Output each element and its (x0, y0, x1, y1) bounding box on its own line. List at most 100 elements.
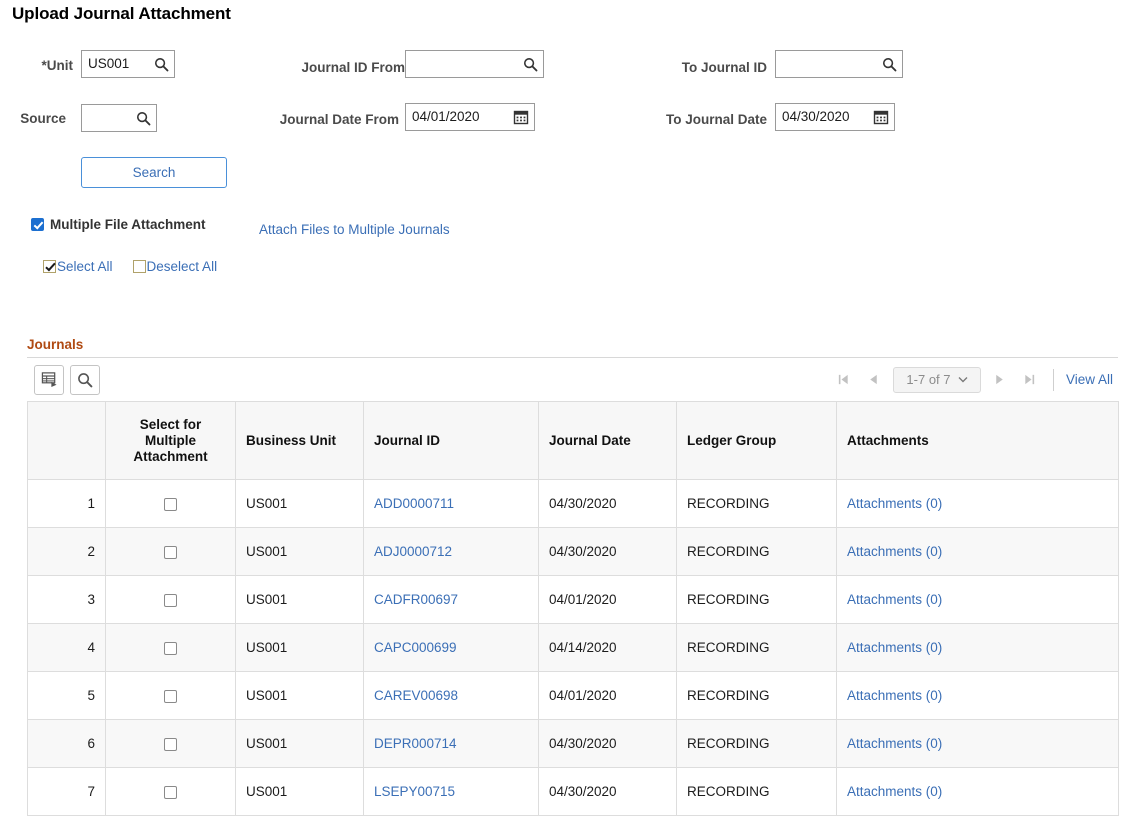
journal-id-link[interactable]: ADD0000711 (374, 496, 454, 511)
cell-journal-date: 04/30/2020 (539, 480, 677, 528)
pager-divider (1053, 369, 1054, 391)
cell-business-unit: US001 (236, 624, 364, 672)
journals-table: Select for Multiple Attachment Business … (27, 401, 1119, 816)
row-number: 7 (28, 768, 106, 816)
cell-attachments: Attachments (0) (837, 720, 1119, 768)
journal-id-from-label: Journal ID From (213, 60, 405, 75)
journal-id-link[interactable]: LSEPY00715 (374, 784, 455, 799)
page-range-label: 1-7 of 7 (906, 372, 950, 387)
view-all-link[interactable]: View All (1066, 372, 1116, 387)
to-journal-id-label: To Journal ID (575, 60, 767, 75)
table-row: 2 US001 ADJ0000712 04/30/2020 RECORDING … (28, 528, 1119, 576)
attachments-link[interactable]: Attachments (0) (847, 640, 942, 655)
column-header-select-for-multiple-attachment: Select for Multiple Attachment (106, 402, 236, 480)
deselect-all-link[interactable]: Deselect All (133, 259, 218, 274)
row-select-checkbox[interactable] (164, 738, 177, 751)
journal-id-link[interactable]: CADFR00697 (374, 592, 458, 607)
multiple-file-attachment-option[interactable]: Multiple File Attachment (31, 217, 206, 232)
table-row: 1 US001 ADD0000711 04/30/2020 RECORDING … (28, 480, 1119, 528)
journal-date-from-value: 04/01/2020 (412, 104, 510, 130)
row-select-checkbox[interactable] (164, 642, 177, 655)
previous-page-icon[interactable] (859, 367, 889, 393)
first-page-icon[interactable] (829, 367, 859, 393)
next-page-icon[interactable] (985, 367, 1015, 393)
attachments-link[interactable]: Attachments (0) (847, 736, 942, 751)
attach-files-to-multiple-journals-link[interactable]: Attach Files to Multiple Journals (259, 222, 450, 237)
row-select-cell (106, 768, 236, 816)
select-all-link[interactable]: Select All (43, 259, 113, 274)
row-select-checkbox[interactable] (164, 498, 177, 511)
cell-journal-id: ADD0000711 (364, 480, 539, 528)
row-select-cell (106, 528, 236, 576)
source-field[interactable] (81, 104, 157, 132)
cell-ledger-group: RECORDING (677, 672, 837, 720)
column-header-journal-id: Journal ID (364, 402, 539, 480)
cell-journal-id: DEPR000714 (364, 720, 539, 768)
attachments-link[interactable]: Attachments (0) (847, 784, 942, 799)
cell-business-unit: US001 (236, 576, 364, 624)
journals-grid: 1-7 of 7 View All (27, 357, 1118, 816)
journal-id-link[interactable]: CAPC000699 (374, 640, 457, 655)
search-icon[interactable] (880, 55, 898, 73)
row-number: 2 (28, 528, 106, 576)
attachments-link[interactable]: Attachments (0) (847, 496, 942, 511)
search-icon[interactable] (521, 55, 539, 73)
cell-business-unit: US001 (236, 768, 364, 816)
column-header-rownum (28, 402, 106, 480)
search-icon[interactable] (152, 55, 170, 73)
chevron-down-icon (958, 376, 968, 383)
row-select-checkbox[interactable] (164, 786, 177, 799)
cell-journal-id: ADJ0000712 (364, 528, 539, 576)
row-number: 6 (28, 720, 106, 768)
search-button[interactable]: Search (81, 157, 227, 188)
to-journal-date-field[interactable]: 04/30/2020 (775, 103, 895, 131)
cell-journal-date: 04/14/2020 (539, 624, 677, 672)
cell-ledger-group: RECORDING (677, 768, 837, 816)
row-select-cell (106, 624, 236, 672)
select-controls: Select All Deselect All (43, 259, 217, 274)
cell-attachments: Attachments (0) (837, 624, 1119, 672)
unit-field[interactable]: US001 (81, 50, 175, 78)
journal-id-link[interactable]: ADJ0000712 (374, 544, 452, 559)
cell-attachments: Attachments (0) (837, 528, 1119, 576)
journal-id-link[interactable]: DEPR000714 (374, 736, 457, 751)
unit-label: *Unit (0, 58, 73, 73)
row-number: 4 (28, 624, 106, 672)
journal-id-from-field[interactable] (405, 50, 544, 78)
page-range-selector[interactable]: 1-7 of 7 (893, 367, 981, 393)
cell-business-unit: US001 (236, 528, 364, 576)
attachments-link[interactable]: Attachments (0) (847, 544, 942, 559)
journal-date-from-field[interactable]: 04/01/2020 (405, 103, 535, 131)
deselect-all-icon (133, 260, 146, 273)
table-row: 5 US001 CAREV00698 04/01/2020 RECORDING … (28, 672, 1119, 720)
cell-ledger-group: RECORDING (677, 576, 837, 624)
row-select-checkbox[interactable] (164, 546, 177, 559)
grid-find-icon[interactable] (70, 365, 100, 395)
unit-value: US001 (88, 51, 150, 77)
table-row: 6 US001 DEPR000714 04/30/2020 RECORDING … (28, 720, 1119, 768)
calendar-icon[interactable] (512, 108, 530, 126)
grid-pagination: 1-7 of 7 View All (829, 367, 1116, 393)
attachments-link[interactable]: Attachments (0) (847, 592, 942, 607)
calendar-icon[interactable] (872, 108, 890, 126)
cell-journal-id: CADFR00697 (364, 576, 539, 624)
attachments-link[interactable]: Attachments (0) (847, 688, 942, 703)
cell-ledger-group: RECORDING (677, 528, 837, 576)
grid-personalize-icon[interactable] (34, 365, 64, 395)
to-journal-id-field[interactable] (775, 50, 903, 78)
multiple-file-attachment-checkbox[interactable] (31, 218, 44, 231)
column-header-business-unit: Business Unit (236, 402, 364, 480)
cell-attachments: Attachments (0) (837, 576, 1119, 624)
row-number: 3 (28, 576, 106, 624)
journals-table-body: 1 US001 ADD0000711 04/30/2020 RECORDING … (28, 480, 1119, 816)
row-select-cell (106, 480, 236, 528)
row-number: 1 (28, 480, 106, 528)
column-header-attachments: Attachments (837, 402, 1119, 480)
search-icon[interactable] (134, 109, 152, 127)
journals-grid-toolbar: 1-7 of 7 View All (27, 357, 1118, 401)
row-select-checkbox[interactable] (164, 690, 177, 703)
journal-date-from-label: Journal Date From (213, 112, 399, 127)
last-page-icon[interactable] (1015, 367, 1045, 393)
row-select-checkbox[interactable] (164, 594, 177, 607)
journal-id-link[interactable]: CAREV00698 (374, 688, 458, 703)
